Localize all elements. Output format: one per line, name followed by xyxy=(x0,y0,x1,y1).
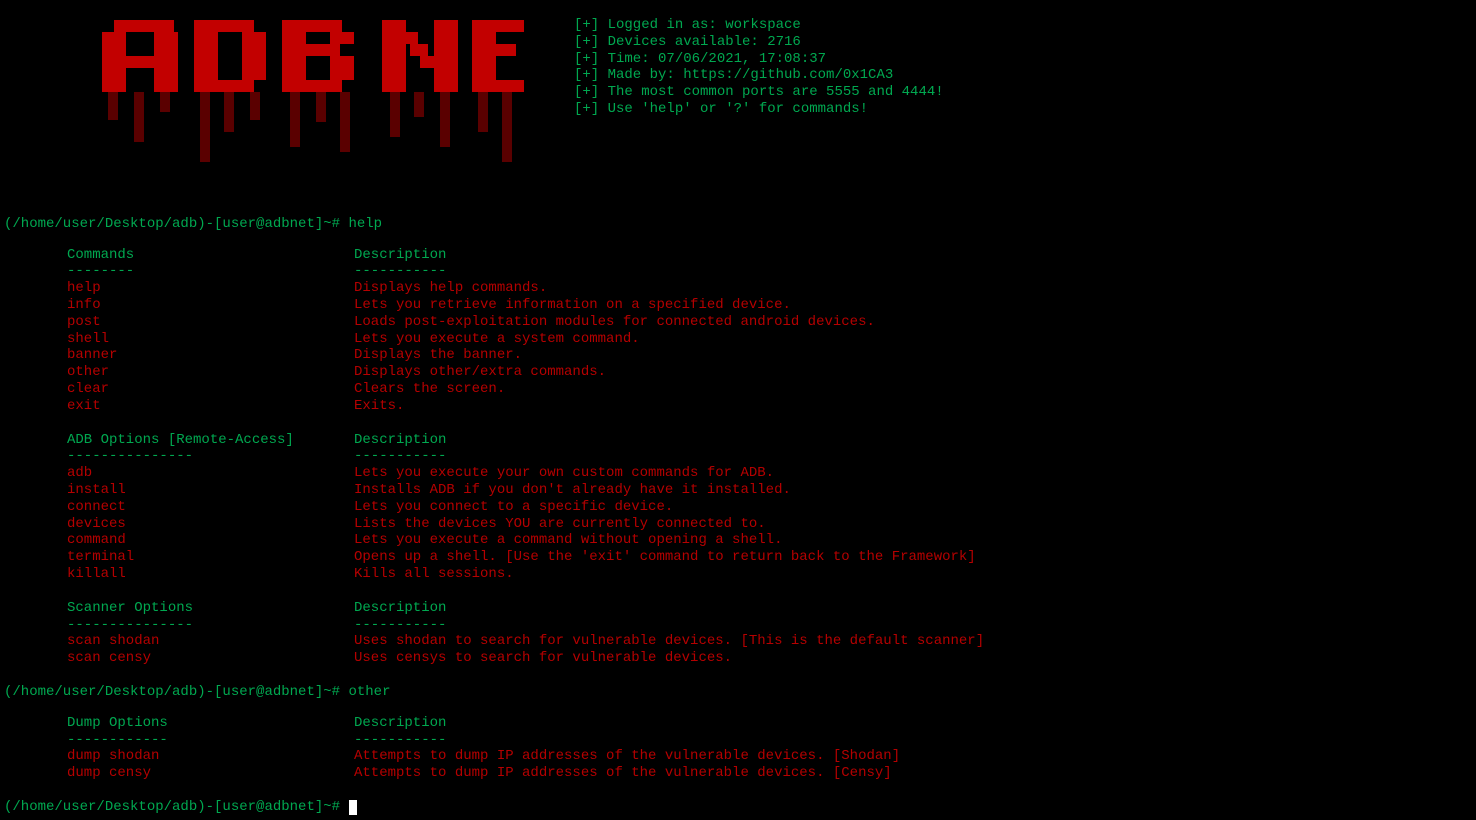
command-name: adb xyxy=(67,465,354,482)
command-desc: Displays the banner. xyxy=(354,347,522,364)
prompt-2: (/home/user/Desktop/adb)-[user@adbnet]~#… xyxy=(4,684,1472,701)
command-desc: Lists the devices YOU are currently conn… xyxy=(354,516,766,533)
command-desc: Lets you execute a command without openi… xyxy=(354,532,782,549)
command-name: dump shodan xyxy=(67,748,354,765)
command-name: killall xyxy=(67,566,354,583)
commands-section: Commands Description -------- ----------… xyxy=(67,247,1472,415)
command-name: install xyxy=(67,482,354,499)
commands-rows: helpDisplays help commands.infoLets you … xyxy=(67,280,1472,414)
command-desc: Uses censys to search for vulnerable dev… xyxy=(354,650,732,667)
command-name: dump censy xyxy=(67,765,354,782)
command-desc: Uses shodan to search for vulnerable dev… xyxy=(354,633,984,650)
adb-dash1: --------------- xyxy=(67,448,354,465)
command-desc: Opens up a shell. [Use the 'exit' comman… xyxy=(354,549,976,566)
adb-rows: adbLets you execute your own custom comm… xyxy=(67,465,1472,583)
info-time: [+] Time: 07/06/2021, 17:08:37 xyxy=(574,51,944,68)
prompt-1: (/home/user/Desktop/adb)-[user@adbnet]~#… xyxy=(4,216,1472,233)
command-desc: Displays help commands. xyxy=(354,280,547,297)
info-devices: [+] Devices available: 2716 xyxy=(574,34,944,51)
dump-section: Dump Options Description ------------ --… xyxy=(67,715,1472,782)
table-row: bannerDisplays the banner. xyxy=(67,347,1472,364)
command-name: scan censy xyxy=(67,650,354,667)
command-name: command xyxy=(67,532,354,549)
command-desc: Loads post-exploitation modules for conn… xyxy=(354,314,875,331)
command-desc: Clears the screen. xyxy=(354,381,505,398)
dump-dash2: ----------- xyxy=(354,732,446,749)
scanner-rows: scan shodanUses shodan to search for vul… xyxy=(67,633,1472,667)
adb-desc-header: Description xyxy=(354,432,446,449)
table-row: terminalOpens up a shell. [Use the 'exit… xyxy=(67,549,1472,566)
command-desc: Attempts to dump IP addresses of the vul… xyxy=(354,765,892,782)
table-row: installInstalls ADB if you don't already… xyxy=(67,482,1472,499)
info-logged-in: [+] Logged in as: workspace xyxy=(574,17,944,34)
info-made-by: [+] Made by: https://github.com/0x1CA3 xyxy=(574,67,944,84)
dump-dash1: ------------ xyxy=(67,732,354,749)
command-desc: Installs ADB if you don't already have i… xyxy=(354,482,791,499)
prompt-2-path: (/home/user/Desktop/adb)-[user@adbnet]~# xyxy=(4,684,348,700)
dump-desc-header: Description xyxy=(354,715,446,732)
prompt-1-cmd: help xyxy=(348,216,382,232)
table-row: helpDisplays help commands. xyxy=(67,280,1472,297)
table-row: exitExits. xyxy=(67,398,1472,415)
command-desc: Kills all sessions. xyxy=(354,566,514,583)
command-desc: Lets you execute your own custom command… xyxy=(354,465,774,482)
prompt-3-path: (/home/user/Desktop/adb)-[user@adbnet]~# xyxy=(4,799,348,815)
command-name: scan shodan xyxy=(67,633,354,650)
command-name: other xyxy=(67,364,354,381)
prompt-1-path: (/home/user/Desktop/adb)-[user@adbnet]~# xyxy=(4,216,348,232)
table-row: dump censyAttempts to dump IP addresses … xyxy=(67,765,1472,782)
adb-header: ADB Options [Remote-Access] xyxy=(67,432,354,449)
dump-rows: dump shodanAttempts to dump IP addresses… xyxy=(67,748,1472,782)
commands-desc-header: Description xyxy=(354,247,446,264)
command-desc: Displays other/extra commands. xyxy=(354,364,606,381)
command-name: clear xyxy=(67,381,354,398)
command-name: shell xyxy=(67,331,354,348)
command-name: banner xyxy=(67,347,354,364)
command-name: connect xyxy=(67,499,354,516)
scanner-section: Scanner Options Description ------------… xyxy=(67,600,1472,667)
command-name: post xyxy=(67,314,354,331)
dump-header: Dump Options xyxy=(67,715,354,732)
ascii-logo xyxy=(94,10,534,196)
table-row: connectLets you connect to a specific de… xyxy=(67,499,1472,516)
info-panel: [+] Logged in as: workspace [+] Devices … xyxy=(574,17,944,118)
commands-header: Commands xyxy=(67,247,354,264)
info-help-hint: [+] Use 'help' or '?' for commands! xyxy=(574,101,944,118)
header: [+] Logged in as: workspace [+] Devices … xyxy=(4,4,1472,196)
scanner-dash1: --------------- xyxy=(67,617,354,634)
table-row: shellLets you execute a system command. xyxy=(67,331,1472,348)
prompt-2-cmd: other xyxy=(348,684,390,700)
command-desc: Lets you connect to a specific device. xyxy=(354,499,673,516)
command-name: devices xyxy=(67,516,354,533)
command-name: help xyxy=(67,280,354,297)
table-row: otherDisplays other/extra commands. xyxy=(67,364,1472,381)
adb-dash2: ----------- xyxy=(354,448,446,465)
commands-dash2: ----------- xyxy=(354,263,446,280)
prompt-3[interactable]: (/home/user/Desktop/adb)-[user@adbnet]~# xyxy=(4,799,1472,816)
scanner-header: Scanner Options xyxy=(67,600,354,617)
command-desc: Attempts to dump IP addresses of the vul… xyxy=(354,748,900,765)
cursor xyxy=(349,800,357,815)
table-row: devicesLists the devices YOU are current… xyxy=(67,516,1472,533)
scanner-dash2: ----------- xyxy=(354,617,446,634)
table-row: scan shodanUses shodan to search for vul… xyxy=(67,633,1472,650)
table-row: infoLets you retrieve information on a s… xyxy=(67,297,1472,314)
adb-section: ADB Options [Remote-Access] Description … xyxy=(67,432,1472,583)
command-name: exit xyxy=(67,398,354,415)
table-row: clearClears the screen. xyxy=(67,381,1472,398)
info-ports: [+] The most common ports are 5555 and 4… xyxy=(574,84,944,101)
command-desc: Lets you execute a system command. xyxy=(354,331,640,348)
table-row: dump shodanAttempts to dump IP addresses… xyxy=(67,748,1472,765)
table-row: scan censyUses censys to search for vuln… xyxy=(67,650,1472,667)
table-row: killallKills all sessions. xyxy=(67,566,1472,583)
command-name: info xyxy=(67,297,354,314)
table-row: postLoads post-exploitation modules for … xyxy=(67,314,1472,331)
table-row: commandLets you execute a command withou… xyxy=(67,532,1472,549)
command-desc: Exits. xyxy=(354,398,404,415)
command-desc: Lets you retrieve information on a speci… xyxy=(354,297,791,314)
table-row: adbLets you execute your own custom comm… xyxy=(67,465,1472,482)
scanner-desc-header: Description xyxy=(354,600,446,617)
command-name: terminal xyxy=(67,549,354,566)
commands-dash1: -------- xyxy=(67,263,354,280)
